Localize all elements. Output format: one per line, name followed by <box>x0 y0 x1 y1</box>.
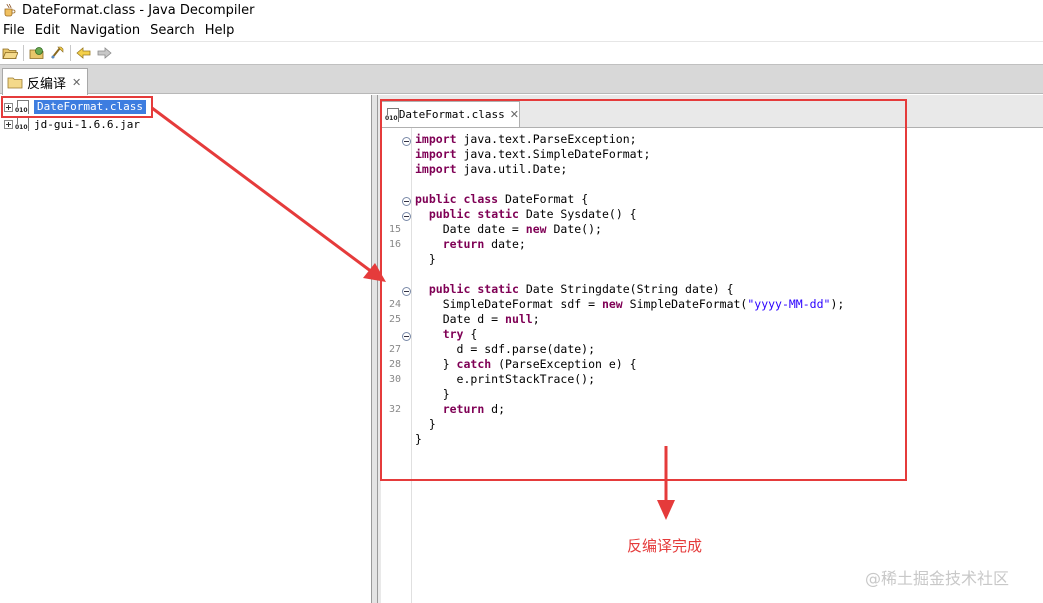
open-file-button[interactable] <box>0 43 20 63</box>
tab-decompile[interactable]: 反编译 ✕ <box>2 68 89 95</box>
search-icon <box>51 46 64 59</box>
open-type-button[interactable] <box>27 43 47 63</box>
title-bar: DateFormat.class - Java Decompiler <box>0 0 1043 20</box>
expand-icon[interactable] <box>4 119 13 129</box>
folder-icon <box>7 77 23 88</box>
jar-file-icon: 010 <box>15 117 31 131</box>
tree-item-jd-gui-jar[interactable]: 010 jd-gui-1.6.6.jar <box>4 116 140 132</box>
menu-search[interactable]: Search <box>148 23 197 38</box>
menu-bar: File Edit Navigation Search Help <box>0 20 1043 40</box>
watermark: @稀土掘金技术社区 <box>865 569 1010 588</box>
menu-navigation[interactable]: Navigation <box>68 23 142 38</box>
open-file-icon <box>2 48 18 59</box>
menu-edit[interactable]: Edit <box>33 23 62 38</box>
tree-item-label: jd-gui-1.6.6.jar <box>34 117 140 131</box>
back-button[interactable] <box>74 43 94 63</box>
file-tree-panel: 010 DateFormat.class 010 jd-gui-1.6.6.ja… <box>0 95 372 603</box>
close-icon[interactable]: ✕ <box>72 76 81 89</box>
toolbar <box>0 41 1043 63</box>
workspace-tab-bar: 反编译 ✕ <box>0 64 1043 95</box>
annotation-label: 反编译完成 <box>627 537 703 555</box>
forward-button[interactable] <box>94 43 114 63</box>
tab-label: 反编译 <box>27 76 67 92</box>
forward-arrow-icon <box>97 46 112 59</box>
highlight-box-class-file <box>1 96 153 118</box>
window-title: DateFormat.class - Java Decompiler <box>22 2 255 18</box>
java-decompiler-icon <box>4 3 16 17</box>
toolbar-separator <box>70 44 71 61</box>
search-button[interactable] <box>47 43 67 63</box>
highlight-box-decompiled-code <box>380 99 907 481</box>
menu-help[interactable]: Help <box>203 23 237 38</box>
toolbar-separator <box>23 44 24 61</box>
open-type-icon <box>29 46 44 59</box>
back-arrow-icon <box>76 46 91 59</box>
menu-file[interactable]: File <box>1 23 27 38</box>
